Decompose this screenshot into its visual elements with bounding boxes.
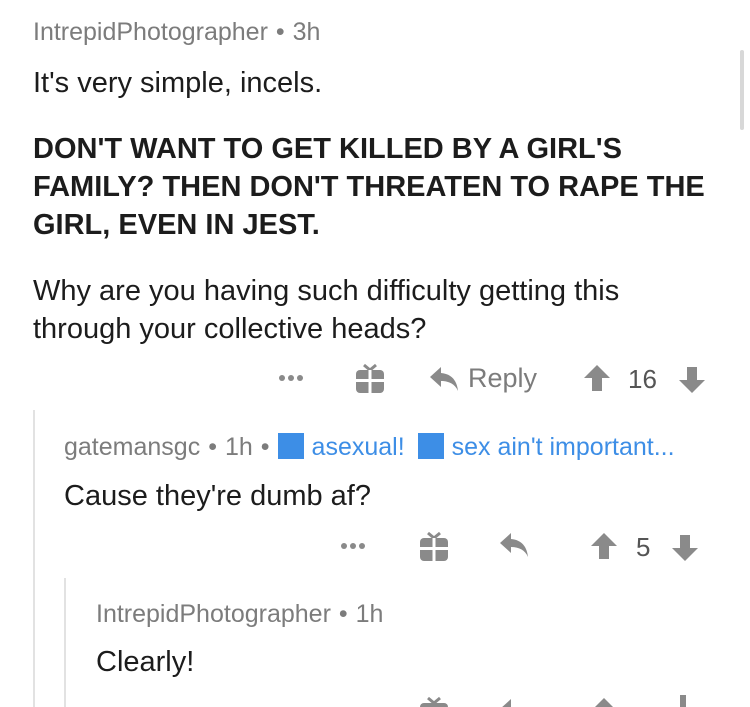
thread-line[interactable] [64, 578, 66, 707]
reply-arrow-icon [500, 533, 528, 557]
comment-text: Clearly! [96, 646, 195, 678]
user-flair: asexual! [311, 433, 405, 461]
reply-button[interactable] [498, 531, 530, 559]
upvote-arrow-icon [584, 365, 610, 391]
downvote-arrow-icon [672, 535, 698, 561]
cut-off-actions [0, 695, 750, 707]
meta-separator: • [275, 18, 285, 46]
reply-arrow-icon [430, 366, 458, 391]
more-options-button[interactable] [340, 534, 370, 558]
comment-text: Cause they're dumb af? [64, 480, 371, 512]
downvote-arrow-icon [679, 367, 705, 393]
comment-time: 3h [292, 18, 321, 46]
comment-meta: IntrepidPhotographer • 1h [96, 600, 383, 629]
vote-count: 16 [628, 364, 657, 394]
downvote-arrow-icon [680, 695, 686, 707]
comment-text-2: Why are you having such difficulty getti… [33, 275, 620, 345]
gift-icon [420, 696, 448, 707]
flair-icon [277, 433, 304, 459]
upvote-button[interactable] [590, 532, 618, 560]
more-options-icon [279, 375, 303, 381]
flair-icon [417, 433, 444, 459]
upvote-button[interactable] [583, 364, 611, 392]
more-options-icon [341, 543, 365, 549]
vote-count: 5 [636, 532, 651, 562]
scrollbar[interactable] [740, 50, 744, 130]
meta-separator: • [338, 600, 348, 628]
comment-author[interactable]: gatemansgc [64, 433, 200, 461]
comment-author[interactable]: IntrepidPhotographer [96, 600, 331, 628]
downvote-button[interactable] [678, 366, 706, 394]
user-flair: sex ain't important... [451, 433, 675, 461]
gift-icon [356, 363, 384, 393]
meta-separator: • [208, 433, 217, 461]
reply-arrow-icon [502, 699, 511, 707]
downvote-button[interactable] [671, 534, 699, 562]
comment-bold-text: DON'T WANT TO GET KILLED BY A GIRL'S FAM… [33, 133, 705, 241]
reply-label: Reply [468, 363, 538, 393]
more-options-button[interactable] [278, 366, 308, 390]
gift-button[interactable] [355, 362, 385, 394]
gift-icon [420, 531, 448, 561]
meta-separator: • [260, 433, 270, 461]
upvote-arrow-icon [595, 698, 613, 707]
comment-time: 1h [355, 600, 384, 628]
comment-text: It's very simple, incels. [33, 67, 323, 99]
reply-button[interactable]: Reply [428, 363, 537, 394]
upvote-arrow-icon [591, 533, 617, 559]
comment-meta: IntrepidPhotographer • 3h [33, 18, 320, 47]
comment-time: 1h [224, 433, 253, 461]
comment-author[interactable]: IntrepidPhotographer [33, 18, 268, 46]
thread-line[interactable] [33, 410, 35, 707]
gift-button[interactable] [419, 530, 449, 562]
comment-meta: gatemansgc • 1h • asexual! sex ain't importa… [64, 433, 675, 462]
